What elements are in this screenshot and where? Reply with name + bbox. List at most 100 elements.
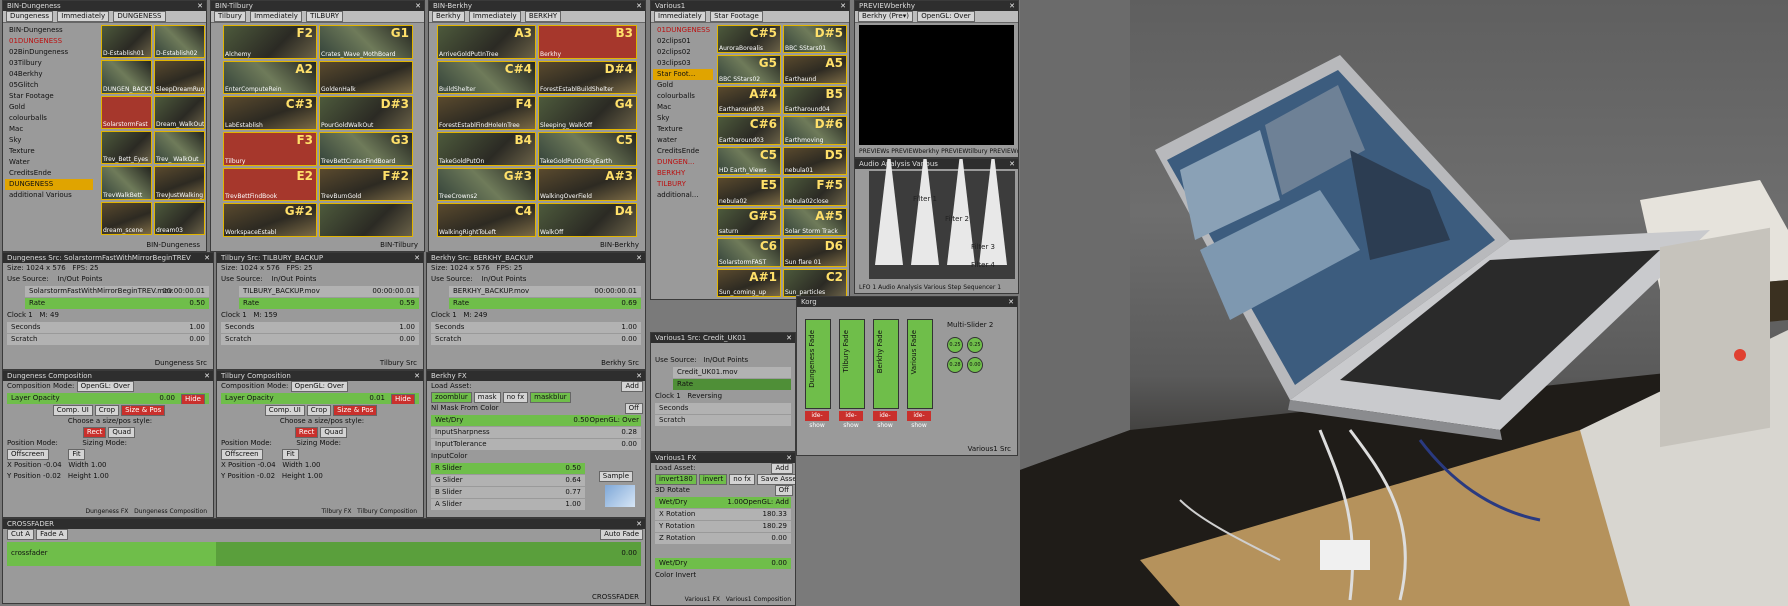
seconds-row[interactable]: Seconds 1.00 [431,322,641,333]
bin-list-item[interactable]: 02BinDungeness [5,47,93,58]
clip-thumbnail[interactable]: C4 WalkingRightToLeft [437,203,536,237]
clip-thumbnail[interactable]: A3 ArriveGoldPutInTree [437,25,536,59]
clip-thumbnail[interactable]: C#5 AuroraBorealis [717,25,781,54]
rate-slider[interactable]: Rate 0.50 [25,298,209,309]
bin-list-item[interactable]: colourballs [5,113,93,124]
scratch-row[interactable]: Scratch [655,415,791,426]
layer-opacity-slider[interactable]: Layer Opacity 0.00 Hide [7,393,209,404]
bin-list-item[interactable]: Mac [653,102,713,113]
preview-mode-select[interactable]: OpenGL: Over [917,11,975,22]
crossfader-slider[interactable]: crossfader 0.00 [7,542,641,566]
bin-list-item[interactable]: Sky [653,113,713,124]
sharpness-slider[interactable]: InputSharpness 0.28 [431,427,641,438]
bin-select[interactable]: BERKHY [524,11,562,22]
close-icon[interactable]: ✕ [636,519,642,529]
clip-thumbnail[interactable]: F2 Alchemy [223,25,317,59]
bin-list-item[interactable]: BERKHY [653,168,713,179]
clip-thumbnail[interactable]: DUNGEN_BACK1 [101,60,152,94]
fader[interactable]: Various Fade [907,319,933,409]
bin-list-item[interactable]: BIN-Dungeness [5,25,93,36]
clip-thumbnail[interactable]: A#4 Eartharound03 [717,85,781,115]
a-slider[interactable]: A Slider 1.00 [431,499,585,510]
clip-thumbnail[interactable] [319,203,413,237]
clip-thumbnail[interactable]: A#1 Sun_coming_up [717,268,781,297]
trigger-select[interactable]: Immediately [654,11,706,22]
panel-tabs[interactable]: Tilbury FX Tilbury Composition [318,506,417,517]
close-icon[interactable]: ✕ [636,253,642,263]
hide-button[interactable]: Hide [181,394,205,404]
bin-list-item[interactable]: CreditsEnde [5,168,93,179]
clip-thumbnail[interactable]: D-Establish02 [154,25,205,59]
clip-thumbnail[interactable]: TrevWalkBett [101,166,152,200]
color-swatch[interactable] [605,485,635,507]
clip-thumbnail[interactable]: E2 TrevBettFindBook [223,167,317,202]
wetdry-slider[interactable]: Wet/Dry 0.50 OpenGL: Over [431,415,641,426]
seconds-row[interactable]: Seconds [655,403,791,414]
close-icon[interactable]: ✕ [414,253,420,263]
clip-thumbnail[interactable]: G#3 TreeCrowns2 [437,167,536,202]
close-icon[interactable]: ✕ [197,1,203,11]
bin-list-item[interactable]: Texture [5,146,93,157]
y-rotation-slider[interactable]: Y Rotation 180.29 [655,521,791,532]
fader[interactable]: Tilbury Fade [839,319,865,409]
rate-slider[interactable]: Rate [673,379,791,390]
layer-opacity-slider[interactable]: Layer Opacity 0.01 Hide [221,393,419,404]
clip-thumbnail[interactable]: GoldenHalk [319,60,413,95]
clip-thumbnail[interactable]: SolarstormFast [101,95,152,129]
close-icon[interactable]: ✕ [1009,159,1015,169]
close-icon[interactable]: ✕ [840,1,846,11]
clip-thumbnail[interactable]: A#5 Solar Storm Track [783,207,847,237]
clip-thumbnail[interactable]: B3 Berkhy [538,25,637,59]
clip-thumbnail[interactable]: G#2 WorkspaceEstabl [223,203,317,237]
audio-tabs[interactable]: LFO 1 Audio Analysis Various Step Sequen… [855,282,1001,293]
clip-thumbnail[interactable]: TrevJustWalking [154,166,205,200]
slideshow-button[interactable]: ide-show [839,411,863,429]
clip-thumbnail[interactable]: D#6 Earthmoving [783,116,847,145]
bin-list-item[interactable]: 03Tilbury [5,58,93,69]
clip-thumbnail[interactable]: D6 Sun flare 01 [783,238,847,267]
bin-list-item[interactable]: 02clips01 [653,36,713,47]
knob[interactable]: 0.00 [967,357,983,373]
close-icon[interactable]: ✕ [636,371,642,381]
bin-list-item[interactable]: Mac [5,124,93,135]
bin-list-item[interactable]: 01DUNGENESS [5,36,93,47]
bin-list-item[interactable]: DUNGENESS [5,179,93,190]
close-icon[interactable]: ✕ [636,1,642,11]
bin-list-item[interactable]: additional... [653,190,713,201]
bin-list-item[interactable]: additional Various [5,190,93,201]
clip-thumbnail[interactable]: C#4 BuildShelter [437,60,536,95]
bin-list-item[interactable]: 02clips02 [653,47,713,58]
bin-list-item[interactable]: DUNGEN... [653,157,713,168]
clip-row[interactable]: Credit_UK01.mov [673,367,791,378]
clip-thumbnail[interactable]: D5 nebula01 [783,146,847,176]
hide-button[interactable]: Hide [391,394,415,404]
tolerance-slider[interactable]: InputTolerance 0.00 [431,439,641,450]
close-icon[interactable]: ✕ [415,1,421,11]
trigger-select[interactable]: Immediately [250,11,302,22]
bin-select[interactable]: DUNGENESS [113,11,166,22]
clip-thumbnail[interactable]: B5 Eartharound04 [783,85,847,115]
scratch-row[interactable]: Scratch 0.00 [221,334,419,345]
close-icon[interactable]: ✕ [204,371,210,381]
clip-thumbnail[interactable]: Trev_Bett_Eyes [101,130,152,165]
wetdry-slider-2[interactable]: Wet/Dry 0.00 [655,558,791,569]
clip-thumbnail[interactable]: G4 Sleeping_WalkOff [538,96,637,130]
seconds-row[interactable]: Seconds 1.00 [221,322,419,333]
clip-thumbnail[interactable]: B4 TakeGoldPutOn [437,132,536,166]
clip-thumbnail[interactable]: F3 Tilbury [223,132,317,166]
clip-thumbnail[interactable]: F4 ForestEstablFindHoleInTree [437,96,536,130]
scratch-row[interactable]: Scratch 0.00 [431,334,641,345]
clip-thumbnail[interactable]: dream03 [154,201,205,235]
source-select[interactable]: Dungeness [6,11,54,22]
clip-thumbnail[interactable]: F#5 nebula02close [783,177,847,206]
clip-thumbnail[interactable]: D#4 ForestEstablBuildShelter [538,60,637,95]
bin-list-item[interactable]: Texture [653,124,713,135]
slideshow-button[interactable]: ide-show [907,411,931,429]
preview-source-select[interactable]: Berkhy (Pre▾) [858,11,913,22]
clip-thumbnail[interactable]: Dream_WalkOut [154,95,205,129]
clip-thumbnail[interactable]: Trev_ WalkOut [154,130,205,165]
clip-thumbnail[interactable]: D#5 BBC SStars01 [783,25,847,54]
x-rotation-slider[interactable]: X Rotation 180.33 [655,509,791,520]
clip-thumbnail[interactable]: C#3 LabEstablish [223,96,317,130]
g-slider[interactable]: G Slider 0.64 [431,475,585,486]
